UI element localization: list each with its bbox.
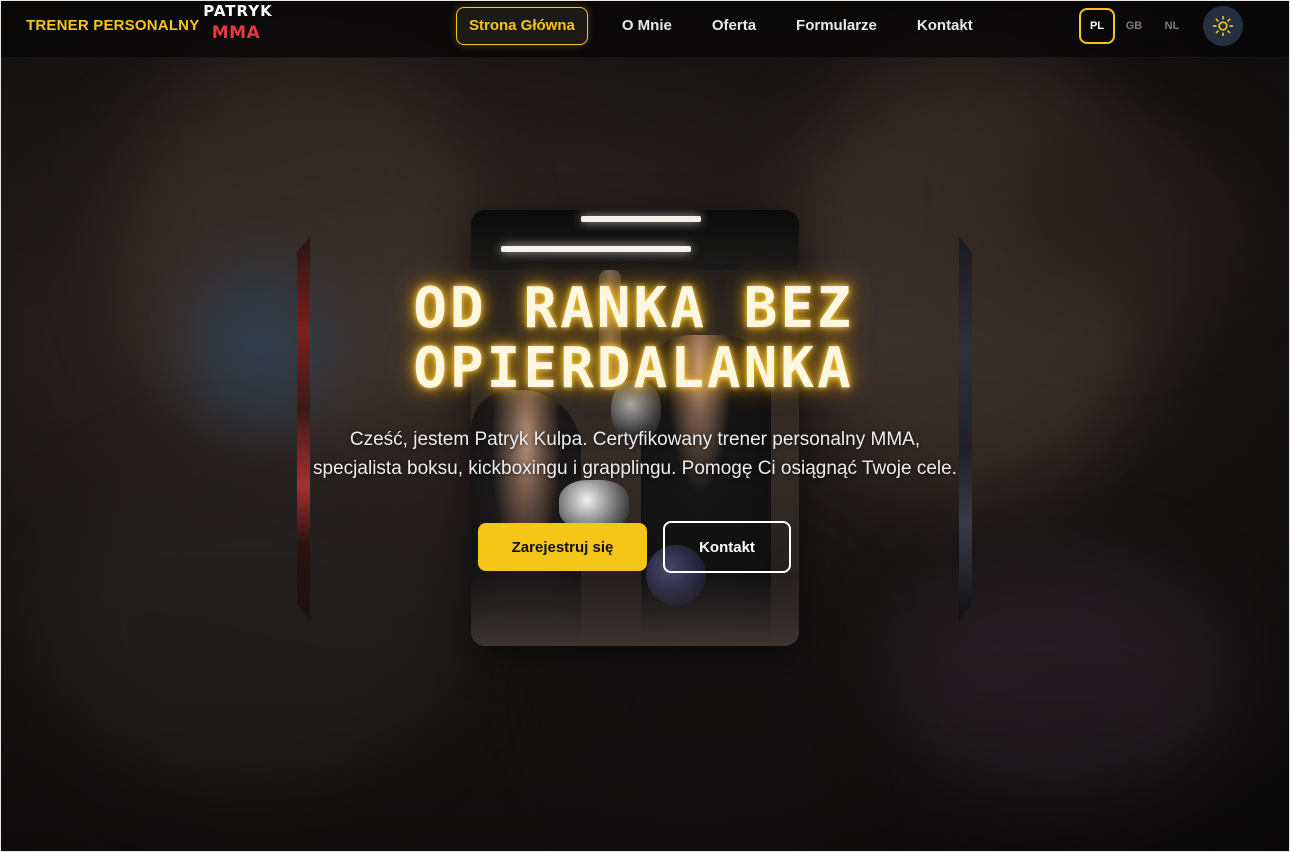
top-navbar: TRENER PERSONALNY PATRYK MMA Strona Głów… xyxy=(1,1,1289,58)
nav-item-forms[interactable]: Formularze xyxy=(776,7,897,45)
language-nl-button[interactable]: NL xyxy=(1154,8,1190,44)
hero-subtitle-line2: specjalista boksu, kickboxingu i grappli… xyxy=(313,458,957,479)
brand-tagline[interactable]: TRENER PERSONALNY xyxy=(26,17,199,34)
sun-icon xyxy=(1212,15,1234,37)
hero-title: OD RANKA BEZ OPIERDALANKA xyxy=(301,279,966,399)
contact-button[interactable]: Kontakt xyxy=(663,521,791,573)
main-nav: Strona Główna O Mnie Oferta Formularze K… xyxy=(456,7,993,45)
logo-text-bottom: MMA xyxy=(211,23,261,43)
register-button[interactable]: Zarejestruj się xyxy=(478,523,647,571)
nav-item-about[interactable]: O Mnie xyxy=(602,7,692,45)
nav-item-contact[interactable]: Kontakt xyxy=(897,7,993,45)
nav-item-home[interactable]: Strona Główna xyxy=(456,7,588,45)
language-gb-button[interactable]: GB xyxy=(1116,8,1152,44)
logo-text-top: PATRYK xyxy=(203,2,273,20)
hero-title-line2: OPIERDALANKA xyxy=(413,336,854,401)
hero-title-line1: OD RANKA BEZ xyxy=(413,276,854,341)
hero-subtitle-line1: Cześć, jestem Patryk Kulpa. Certyfikowan… xyxy=(349,429,921,450)
nav-item-offer[interactable]: Oferta xyxy=(692,7,776,45)
page: TRENER PERSONALNY PATRYK MMA Strona Głów… xyxy=(0,0,1290,852)
language-pl-button[interactable]: PL xyxy=(1079,8,1115,44)
site-logo[interactable]: PATRYK MMA xyxy=(197,3,279,43)
hero-subtitle: Cześć, jestem Patryk Kulpa. Certyfikowan… xyxy=(293,425,977,483)
theme-toggle-button[interactable] xyxy=(1203,6,1243,46)
